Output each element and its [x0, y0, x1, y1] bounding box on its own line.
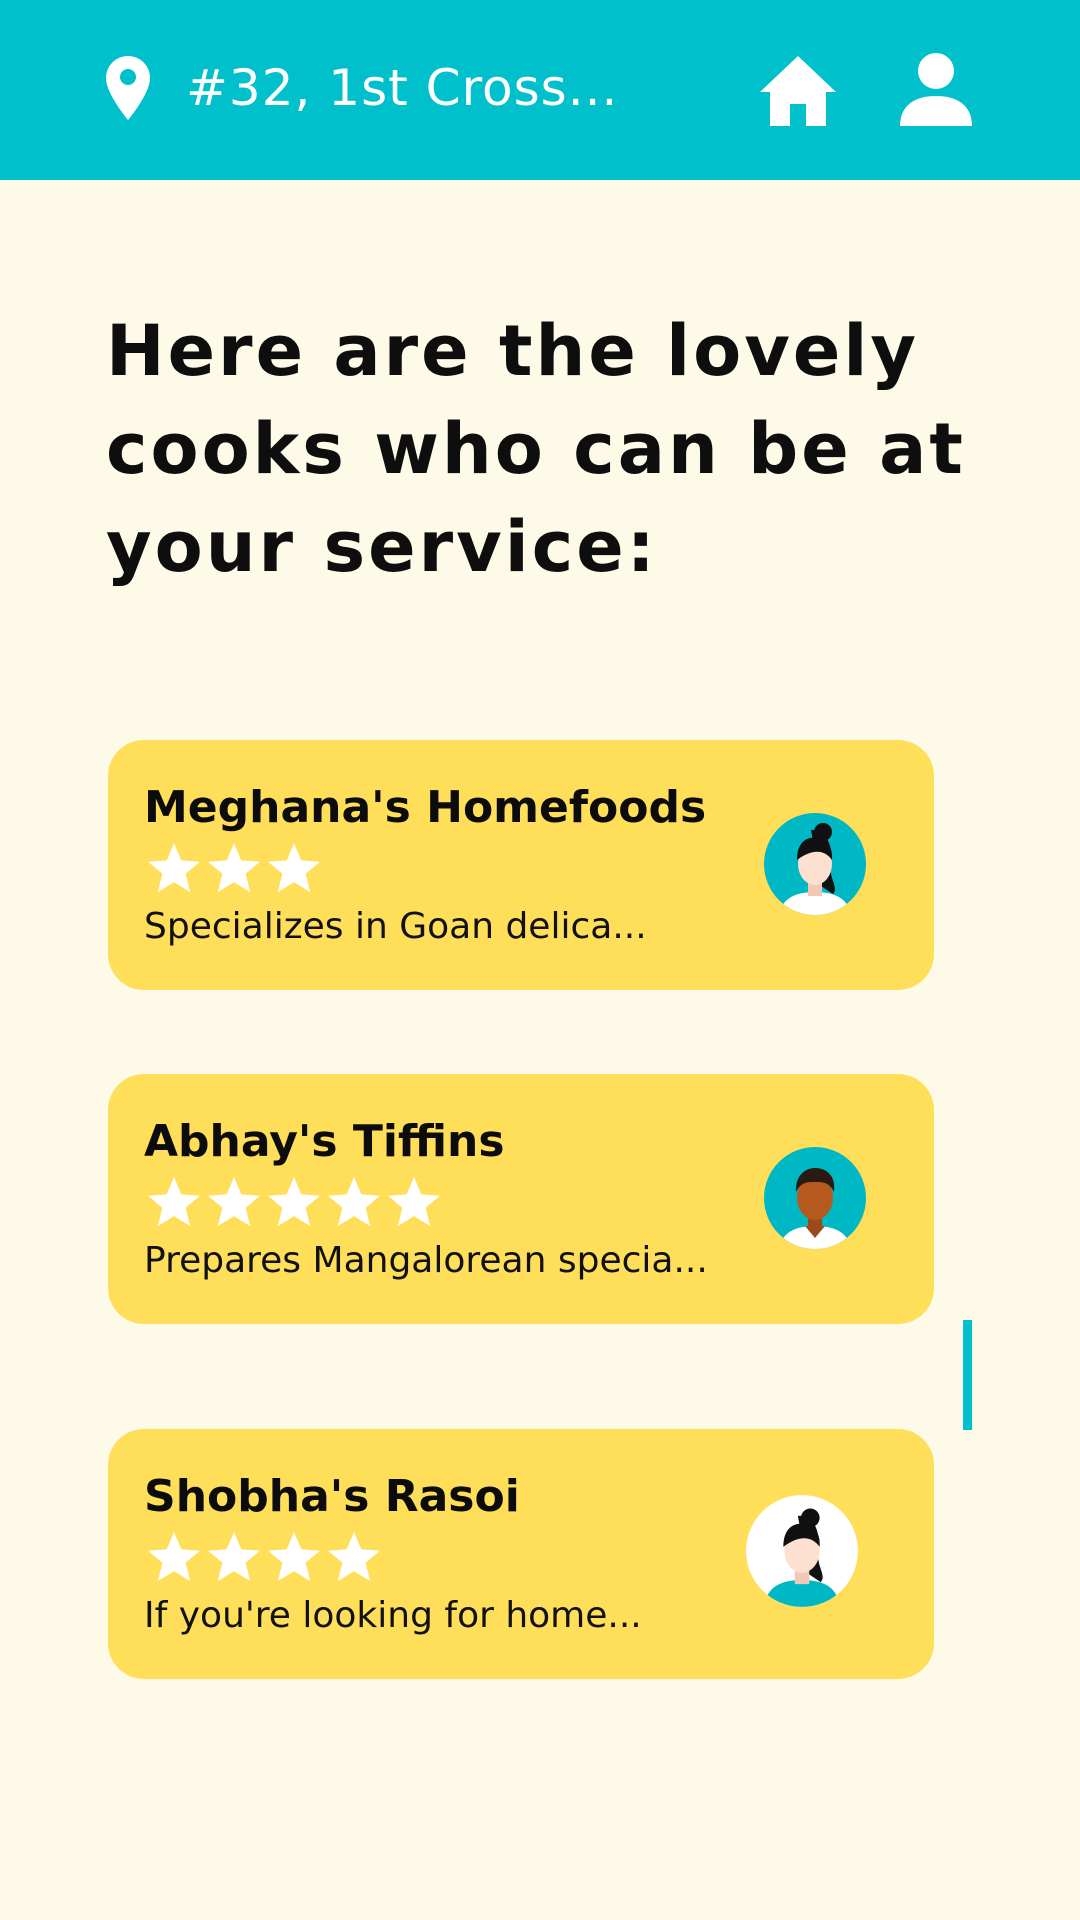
page-heading: Here are the lovely cooks who can be at …: [106, 302, 986, 596]
scroll-indicator[interactable]: [963, 1320, 972, 1430]
cook-description: Specializes in Goan delica...: [144, 906, 647, 947]
star-icon: [208, 1532, 260, 1582]
star-icon: [388, 1177, 440, 1227]
cook-description: If you're looking for home...: [144, 1595, 642, 1636]
star-icon: [268, 843, 320, 893]
star-icon: [328, 1177, 380, 1227]
user-icon[interactable]: [896, 50, 976, 130]
star-icon: [208, 843, 260, 893]
cook-name: Abhay's Tiffins: [144, 1116, 505, 1167]
man-avatar-icon: [764, 1147, 866, 1249]
cook-description: Prepares Mangalorean specia...: [144, 1240, 708, 1281]
cook-card[interactable]: Shobha's Rasoi If you're looking for hom…: [108, 1429, 934, 1679]
star-icon: [268, 1177, 320, 1227]
star-rating: [144, 840, 324, 900]
woman-avatar-icon: [764, 813, 866, 915]
star-icon: [268, 1532, 320, 1582]
star-rating: [144, 1174, 444, 1234]
cook-card[interactable]: Meghana's Homefoods Specializes in Goan …: [108, 740, 934, 990]
star-icon: [328, 1532, 380, 1582]
heading-line: Here are the lovely: [106, 310, 919, 392]
delivery-address[interactable]: #32, 1st Cross...: [186, 56, 618, 120]
star-rating: [144, 1529, 384, 1589]
star-icon: [148, 1532, 200, 1582]
map-pin-icon[interactable]: [106, 56, 150, 120]
star-icon: [148, 1177, 200, 1227]
woman-avatar-icon: [746, 1495, 858, 1607]
cook-name: Meghana's Homefoods: [144, 782, 707, 833]
top-bar: #32, 1st Cross...: [0, 0, 1080, 180]
home-icon[interactable]: [758, 50, 838, 130]
star-icon: [208, 1177, 260, 1227]
cook-card[interactable]: Abhay's Tiffins Prepares Mangalorean spe…: [108, 1074, 934, 1324]
heading-line: your service:: [106, 506, 658, 588]
heading-line: cooks who can be at: [106, 408, 966, 490]
star-icon: [148, 843, 200, 893]
cook-name: Shobha's Rasoi: [144, 1471, 520, 1522]
